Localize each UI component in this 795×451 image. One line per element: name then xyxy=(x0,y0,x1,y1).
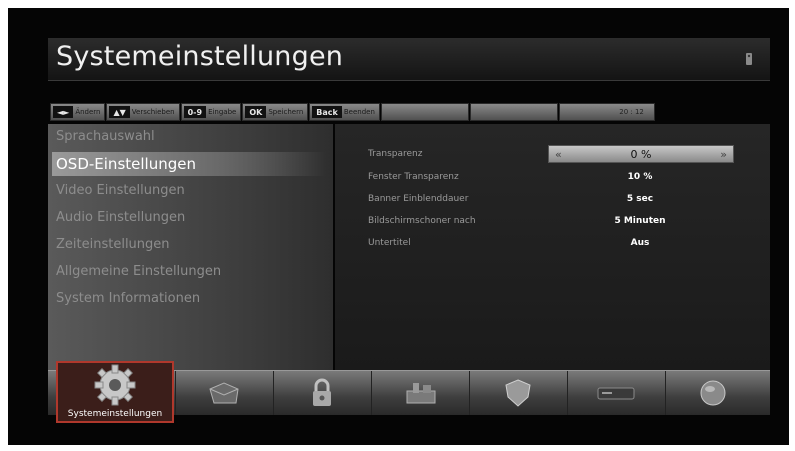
shield-icon[interactable] xyxy=(502,377,534,409)
tools-icon[interactable] xyxy=(403,379,439,407)
box-icon[interactable] xyxy=(206,379,242,407)
dock-item-system-settings[interactable]: Systemeinstellungen xyxy=(56,361,174,423)
key-back: Back xyxy=(312,106,342,118)
clock: 20 : 12 xyxy=(558,103,655,121)
menu-item-time[interactable]: Zeiteinstellungen xyxy=(56,237,170,252)
hint-label: Speichern xyxy=(268,108,304,116)
menu-item-general[interactable]: Allgemeine Einstellungen xyxy=(56,264,221,279)
key-up-down: ▲▼ xyxy=(109,106,130,118)
osd-settings-panel: Transparenz « 0 % » Fenster Transparenz … xyxy=(335,124,770,374)
receiver-icon[interactable] xyxy=(596,383,636,403)
setting-label-window-transparency: Fenster Transparenz xyxy=(368,172,459,182)
title-bar: Systemeinstellungen xyxy=(48,38,770,81)
transparency-selector[interactable]: « 0 % » xyxy=(548,145,734,163)
hint-input: 0-9 Eingabe xyxy=(180,103,242,121)
key-left-right: ◄► xyxy=(53,106,74,118)
hint-label: Beenden xyxy=(343,108,375,116)
key-hint-bar: ◄► Ändern ▲▼ Verschieben 0-9 Eingabe OK … xyxy=(50,103,766,121)
chevron-right-icon[interactable]: » xyxy=(720,148,727,161)
settings-menu: Sprachauswahl OSD-Einstellungen Video Ei… xyxy=(48,124,333,374)
hint-label: Ändern xyxy=(75,108,101,116)
menu-item-audio[interactable]: Audio Einstellungen xyxy=(56,210,185,225)
hint-empty xyxy=(469,103,558,121)
menu-item-language[interactable]: Sprachauswahl xyxy=(56,129,155,144)
main-menu-dock: Systemeinstellungen xyxy=(48,361,770,423)
page-title: Systemeinstellungen xyxy=(56,41,344,72)
key-digits: 0-9 xyxy=(183,106,207,118)
setting-value-subtitles[interactable]: Aus xyxy=(550,238,730,248)
hint-change: ◄► Ändern xyxy=(50,103,106,121)
menu-item-video[interactable]: Video Einstellungen xyxy=(56,183,185,198)
gear-icon xyxy=(94,364,136,406)
key-ok: OK xyxy=(245,106,267,118)
setting-value-banner-duration[interactable]: 5 sec xyxy=(550,194,730,204)
setting-value-screensaver[interactable]: 5 Minuten xyxy=(550,216,730,226)
setting-value-transparency: 0 % xyxy=(630,148,652,161)
setting-label-banner-duration: Banner Einblenddauer xyxy=(368,194,469,204)
tv-screen: Systemeinstellungen ◄► Ändern ▲▼ Verschi… xyxy=(8,8,789,445)
setting-label-transparency: Transparenz xyxy=(368,149,423,159)
hint-label: Eingabe xyxy=(208,108,237,116)
hint-empty xyxy=(380,103,469,121)
setting-label-subtitles: Untertitel xyxy=(368,238,411,248)
hint-move: ▲▼ Verschieben xyxy=(106,103,180,121)
globe-icon[interactable] xyxy=(698,378,728,408)
remote-icon xyxy=(746,53,752,65)
dock-active-label: Systemeinstellungen xyxy=(67,409,163,419)
setting-label-screensaver: Bildschirmschoner nach xyxy=(368,216,476,226)
menu-item-system-info[interactable]: System Informationen xyxy=(56,291,200,306)
lock-icon[interactable] xyxy=(310,377,334,409)
hint-label: Verschieben xyxy=(131,108,175,116)
setting-value-window-transparency[interactable]: 10 % xyxy=(550,172,730,182)
hint-exit: Back Beenden xyxy=(309,103,380,121)
menu-item-osd[interactable]: OSD-Einstellungen xyxy=(52,152,326,176)
hint-save: OK Speichern xyxy=(242,103,309,121)
